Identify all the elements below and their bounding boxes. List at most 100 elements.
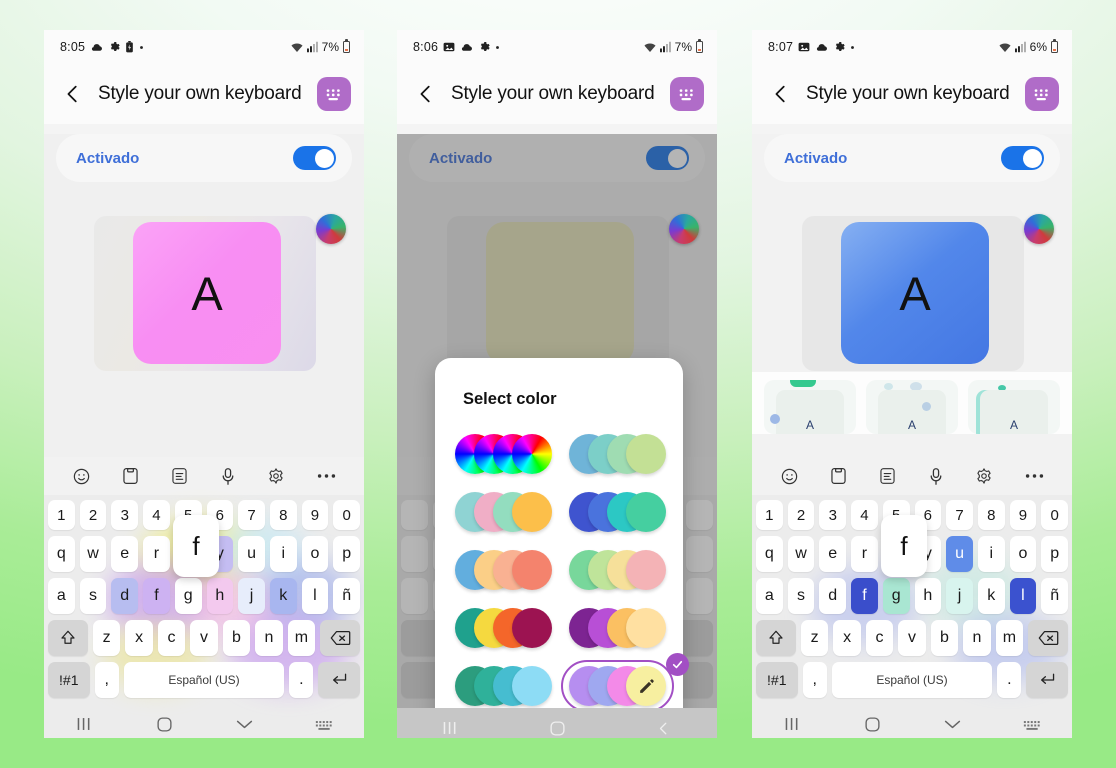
key[interactable]: ñ xyxy=(333,578,361,614)
key[interactable]: s xyxy=(787,578,815,614)
key[interactable]: o xyxy=(1009,536,1037,572)
key[interactable]: m xyxy=(287,620,316,656)
thumbnail-item[interactable]: A xyxy=(764,380,856,434)
key[interactable]: d xyxy=(111,578,139,614)
key[interactable]: 4 xyxy=(851,500,878,530)
recents-icon[interactable] xyxy=(397,721,504,735)
key[interactable]: i xyxy=(977,536,1005,572)
key[interactable]: 1 xyxy=(755,500,783,530)
key[interactable]: p xyxy=(1041,536,1069,572)
symbols-key[interactable]: !#1 xyxy=(756,662,798,698)
swatch-option-blue-teal[interactable] xyxy=(569,489,677,535)
key[interactable]: 2 xyxy=(787,500,815,530)
key[interactable]: k xyxy=(269,578,297,614)
enable-switch[interactable] xyxy=(1001,146,1044,170)
keyboard-switch-icon[interactable] xyxy=(992,718,1072,731)
swatch-option-teal-cyan-sky[interactable] xyxy=(455,663,563,709)
keyboard-switch-icon[interactable] xyxy=(284,718,364,731)
microphone-icon[interactable] xyxy=(928,467,944,486)
key[interactable]: l xyxy=(1009,578,1037,614)
backspace-icon[interactable] xyxy=(320,620,360,656)
symbols-key[interactable]: !#1 xyxy=(48,662,90,698)
microphone-icon[interactable] xyxy=(220,467,236,486)
swatch-option-blue-peach-coral[interactable] xyxy=(455,547,563,593)
key[interactable]: k xyxy=(977,578,1005,614)
key[interactable]: 3 xyxy=(819,500,847,530)
key[interactable]: l xyxy=(301,578,329,614)
swatch-option-rainbow-wheel[interactable] xyxy=(455,431,563,477)
swatch-option-custom-selected[interactable] xyxy=(561,653,689,712)
comma-key[interactable]: , xyxy=(802,662,827,698)
key[interactable]: q xyxy=(755,536,783,572)
enable-toggle-row[interactable]: Activado xyxy=(764,134,1060,182)
key[interactable]: r xyxy=(143,536,170,572)
recents-icon[interactable] xyxy=(44,717,124,731)
key[interactable]: u xyxy=(238,536,265,572)
key[interactable]: w xyxy=(79,536,107,572)
key[interactable]: 4 xyxy=(143,500,170,530)
key[interactable]: e xyxy=(111,536,139,572)
key[interactable]: 9 xyxy=(1009,500,1037,530)
keyboard-icon[interactable] xyxy=(1025,77,1059,111)
key[interactable]: n xyxy=(963,620,991,656)
key[interactable]: c xyxy=(865,620,894,656)
clipboard-icon[interactable] xyxy=(122,467,139,485)
swatch-option-aqua-pink-yellow[interactable] xyxy=(455,489,563,535)
key[interactable]: i xyxy=(269,536,297,572)
back-button[interactable] xyxy=(62,83,84,105)
key[interactable]: v xyxy=(898,620,926,656)
period-key[interactable]: . xyxy=(289,662,314,698)
key[interactable]: q xyxy=(47,536,75,572)
back-icon[interactable] xyxy=(610,721,717,736)
thumbnail-item[interactable]: A xyxy=(968,380,1060,434)
settings-icon[interactable] xyxy=(267,467,285,485)
keyboard-icon[interactable] xyxy=(317,77,351,111)
enable-switch[interactable] xyxy=(293,146,336,170)
key[interactable]: v xyxy=(190,620,218,656)
back-button[interactable] xyxy=(770,83,792,105)
key[interactable]: o xyxy=(301,536,329,572)
key[interactable]: f xyxy=(851,578,878,614)
enable-toggle-row[interactable]: Activado xyxy=(56,134,352,182)
text-extract-icon[interactable] xyxy=(879,467,896,485)
shift-icon[interactable] xyxy=(756,620,796,656)
key[interactable]: n xyxy=(255,620,283,656)
color-picker-button[interactable] xyxy=(669,214,699,244)
back-button[interactable] xyxy=(415,83,437,105)
key[interactable]: 0 xyxy=(333,500,361,530)
key[interactable]: z xyxy=(800,620,829,656)
key[interactable]: u xyxy=(946,536,973,572)
key[interactable]: a xyxy=(47,578,75,614)
swatch-option-teal-yellow-orange-magenta[interactable] xyxy=(455,605,563,651)
key[interactable]: 3 xyxy=(111,500,139,530)
comma-key[interactable]: , xyxy=(94,662,119,698)
key[interactable]: ñ xyxy=(1041,578,1069,614)
more-icon[interactable] xyxy=(1025,473,1044,479)
key[interactable]: p xyxy=(333,536,361,572)
home-icon[interactable] xyxy=(504,720,611,737)
edit-pencil-icon[interactable] xyxy=(626,666,666,706)
period-key[interactable]: . xyxy=(997,662,1022,698)
key[interactable]: j xyxy=(946,578,973,614)
key[interactable]: r xyxy=(851,536,878,572)
home-icon[interactable] xyxy=(832,716,912,733)
swatch-option-blue-green-pastel[interactable] xyxy=(569,431,677,477)
key[interactable]: w xyxy=(787,536,815,572)
keyboard-icon[interactable] xyxy=(670,77,704,111)
key[interactable]: 8 xyxy=(977,500,1005,530)
key[interactable]: 0 xyxy=(1041,500,1069,530)
key[interactable]: g xyxy=(882,578,910,614)
key[interactable]: j xyxy=(238,578,265,614)
more-icon[interactable] xyxy=(317,473,336,479)
clipboard-icon[interactable] xyxy=(830,467,847,485)
emoji-icon[interactable] xyxy=(72,467,91,486)
emoji-icon[interactable] xyxy=(780,467,799,486)
key[interactable]: 2 xyxy=(79,500,107,530)
key[interactable]: f xyxy=(143,578,170,614)
text-extract-icon[interactable] xyxy=(171,467,188,485)
key[interactable]: s xyxy=(79,578,107,614)
settings-icon[interactable] xyxy=(975,467,993,485)
space-key[interactable]: Español (US) xyxy=(831,662,993,698)
key[interactable]: d xyxy=(819,578,847,614)
key[interactable]: x xyxy=(833,620,861,656)
